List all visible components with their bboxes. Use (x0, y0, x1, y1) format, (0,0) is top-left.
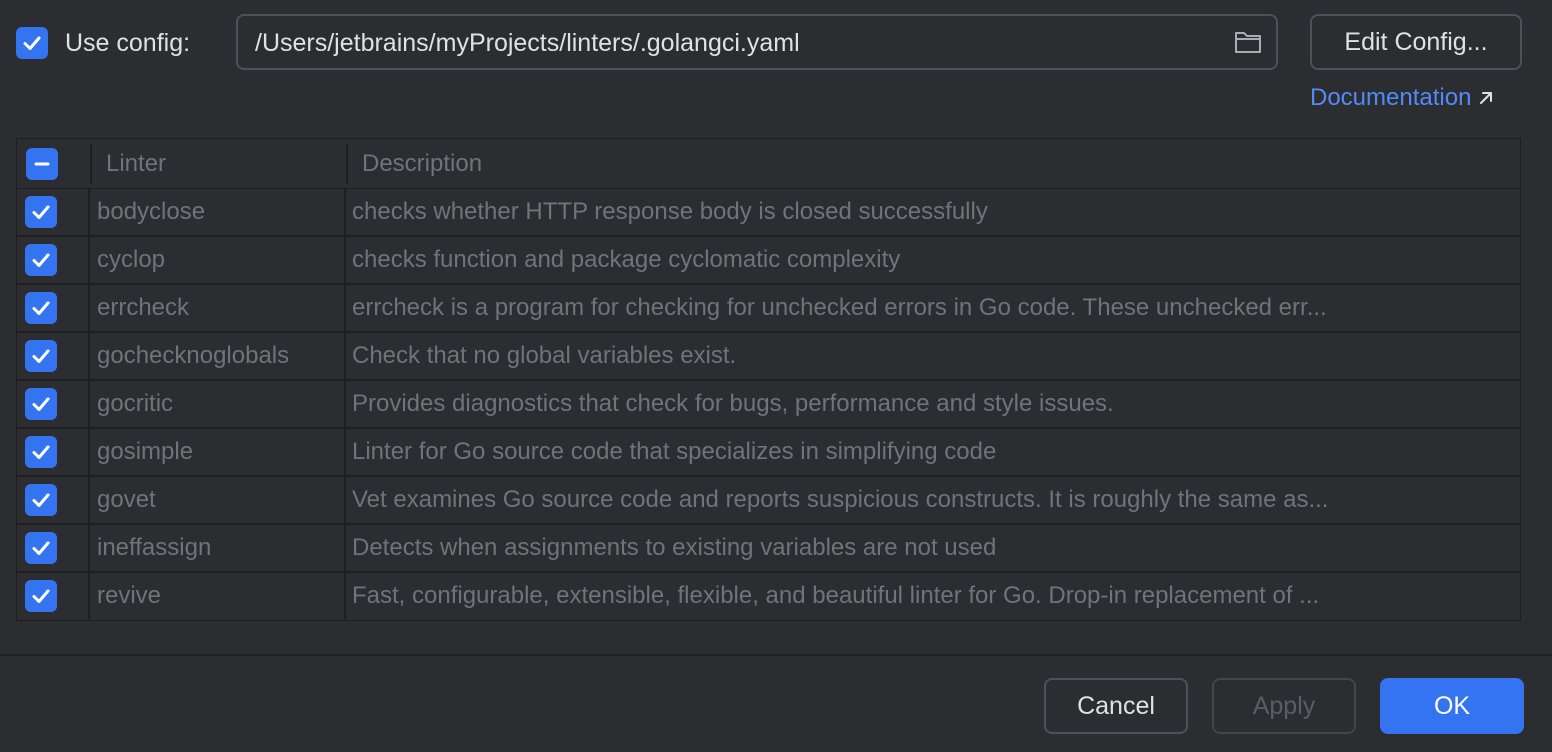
row-checkbox[interactable] (25, 292, 57, 324)
table-row[interactable]: revive Fast, configurable, extensible, fl… (17, 573, 1520, 621)
linter-name: ineffassign (97, 534, 212, 561)
footer-divider (0, 654, 1552, 656)
linter-description: Fast, configurable, extensible, flexible… (352, 582, 1320, 609)
documentation-link-label: Documentation (1310, 84, 1472, 111)
table-header: Linter Description (17, 139, 1520, 189)
column-separator (344, 189, 346, 235)
linter-description: Linter for Go source code that specializ… (352, 438, 997, 465)
linter-description: Provides diagnostics that check for bugs… (352, 390, 1114, 417)
linter-description: errcheck is a program for checking for u… (352, 294, 1327, 321)
linter-description: checks function and package cyclomatic c… (352, 246, 901, 273)
column-separator (346, 144, 348, 184)
table-row[interactable]: gocritic Provides diagnostics that check … (17, 381, 1520, 429)
linters-table: Linter Description bodyclose checks wheth… (16, 138, 1521, 621)
column-separator (88, 189, 90, 235)
checkmark-icon (32, 349, 50, 363)
table-row[interactable]: ineffassign Detects when assignments to e… (17, 525, 1520, 573)
checkmark-icon (32, 253, 50, 267)
column-separator (344, 237, 346, 283)
column-separator (88, 285, 90, 331)
checkmark-icon (23, 36, 41, 50)
column-separator (344, 573, 346, 619)
linter-name: revive (97, 582, 162, 609)
linter-name: gocritic (97, 390, 174, 417)
linter-description: Vet examines Go source code and reports … (352, 486, 1329, 513)
checkmark-icon (32, 589, 50, 603)
table-row[interactable]: gochecknoglobals Check that no global var… (17, 333, 1520, 381)
apply-button[interactable]: Apply (1212, 678, 1356, 734)
column-header-linter[interactable]: Linter (106, 139, 166, 188)
table-row[interactable]: bodyclose checks whether HTTP response bo… (17, 189, 1520, 237)
row-checkbox[interactable] (25, 532, 57, 564)
linter-description: Check that no global variables exist. (352, 342, 737, 369)
checkmark-icon (32, 397, 50, 411)
use-config-label: Use config: (65, 29, 191, 57)
column-separator (90, 144, 92, 184)
arrow-up-right-icon (1477, 89, 1495, 107)
checkmark-icon (32, 205, 50, 219)
checkmark-icon (32, 493, 50, 507)
checkmark-icon (32, 301, 50, 315)
table-row[interactable]: gosimple Linter for Go source code that s… (17, 429, 1520, 477)
row-checkbox[interactable] (25, 388, 57, 420)
column-separator (88, 477, 90, 523)
linter-description: Detects when assignments to existing var… (352, 534, 997, 561)
row-checkbox[interactable] (25, 244, 57, 276)
row-checkbox[interactable] (25, 196, 57, 228)
table-row[interactable]: govet Vet examines Go source code and rep… (17, 477, 1520, 525)
config-path-field[interactable] (236, 14, 1278, 70)
checkmark-icon (32, 445, 50, 459)
column-separator (88, 381, 90, 427)
row-checkbox[interactable] (25, 580, 57, 612)
column-separator (88, 429, 90, 475)
checkmark-icon (32, 541, 50, 555)
linter-name: gochecknoglobals (97, 342, 290, 369)
linter-name: govet (97, 486, 156, 513)
ok-button[interactable]: OK (1380, 678, 1524, 734)
column-separator (88, 237, 90, 283)
column-separator (344, 333, 346, 379)
minus-icon (34, 162, 50, 166)
linter-name: errcheck (97, 294, 190, 321)
column-separator (344, 429, 346, 475)
column-separator (344, 477, 346, 523)
column-separator (344, 381, 346, 427)
column-separator (88, 525, 90, 571)
row-checkbox[interactable] (25, 484, 57, 516)
edit-config-button[interactable]: Edit Config... (1310, 14, 1522, 70)
column-separator (88, 573, 90, 619)
column-separator (344, 285, 346, 331)
linter-name: cyclop (97, 246, 166, 273)
config-path-input[interactable] (255, 26, 1215, 60)
column-separator (344, 525, 346, 571)
documentation-link[interactable]: Documentation (1310, 82, 1495, 114)
table-row[interactable]: cyclop checks function and package cyclom… (17, 237, 1520, 285)
linter-description: checks whether HTTP response body is clo… (352, 198, 988, 225)
row-checkbox[interactable] (25, 436, 57, 468)
folder-icon[interactable] (1234, 29, 1262, 60)
column-header-description[interactable]: Description (362, 139, 482, 188)
use-config-checkbox[interactable] (16, 27, 48, 59)
select-all-checkbox[interactable] (26, 148, 58, 180)
table-row[interactable]: errcheck errcheck is a program for checki… (17, 285, 1520, 333)
linter-name: gosimple (97, 438, 194, 465)
cancel-button[interactable]: Cancel (1044, 678, 1188, 734)
column-separator (88, 333, 90, 379)
linter-name: bodyclose (97, 198, 206, 225)
row-checkbox[interactable] (25, 340, 57, 372)
